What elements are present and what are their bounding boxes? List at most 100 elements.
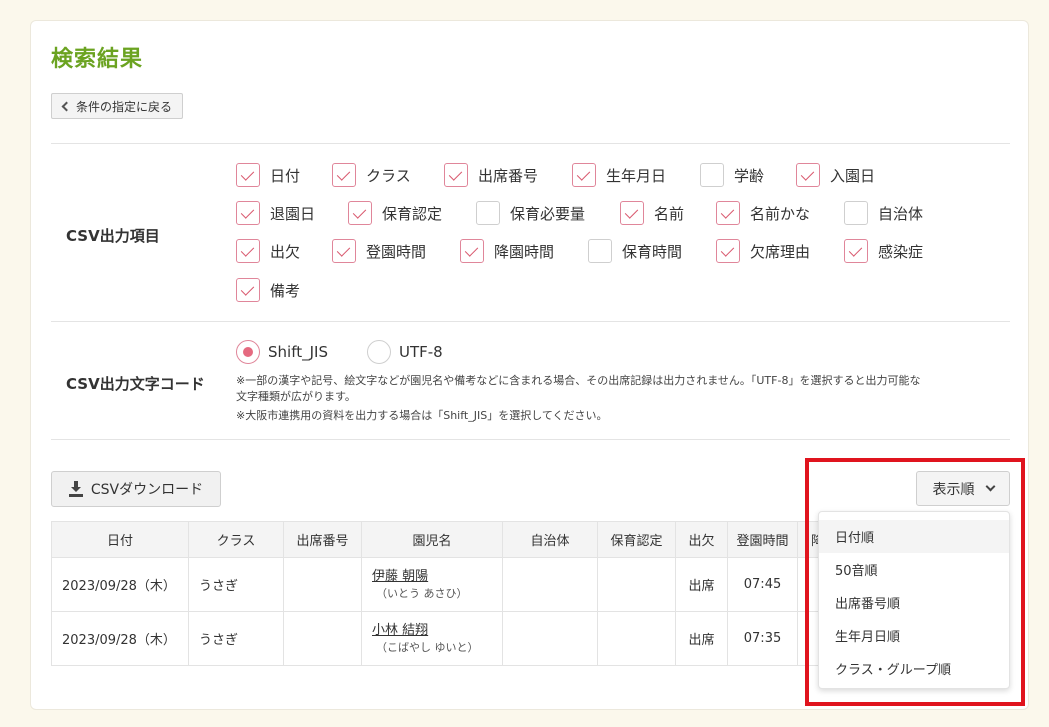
checkbox-enrollment-date[interactable]: 入園日 xyxy=(796,163,875,187)
checkbox-name-kana[interactable]: 名前かな xyxy=(716,201,810,225)
checkbox-label: 自治体 xyxy=(878,204,924,223)
checkbox-icon xyxy=(236,239,260,263)
checkbox-care-time[interactable]: 保育時間 xyxy=(588,239,682,263)
sort-option-class-group[interactable]: クラス・グループ順 xyxy=(819,652,1009,685)
table-row: 2023/09/28（木） うさぎ 小林 結翔 （こばやし ゆいと） 出席 07… xyxy=(51,611,838,666)
checkbox-label: 保育時間 xyxy=(622,242,683,261)
cell-attendance: 出席 xyxy=(675,611,728,666)
divider xyxy=(51,143,1010,144)
checkbox-school-age[interactable]: 学齢 xyxy=(700,163,764,187)
download-icon xyxy=(68,481,83,497)
checkbox-care-amount[interactable]: 保育必要量 xyxy=(476,201,585,225)
divider xyxy=(51,439,1010,440)
sort-option-date[interactable]: 日付順 xyxy=(819,520,1009,553)
col-municipality: 自治体 xyxy=(502,521,598,558)
cell-class: うさぎ xyxy=(188,611,284,666)
checkbox-arrival-time[interactable]: 登園時間 xyxy=(332,239,426,263)
checkbox-label: 備考 xyxy=(270,281,301,300)
checkbox-date[interactable]: 日付 xyxy=(236,163,300,187)
radio-shift-jis[interactable]: Shift_JIS xyxy=(236,340,328,364)
csv-download-button[interactable]: CSVダウンロード xyxy=(51,471,221,507)
cell-date: 2023/09/28（木） xyxy=(51,611,189,666)
radio-icon xyxy=(236,340,260,364)
cell-arrival: 07:35 xyxy=(727,611,798,666)
checkbox-label: 名前かな xyxy=(750,204,811,223)
checkbox-departure-time[interactable]: 降園時間 xyxy=(460,239,554,263)
back-to-conditions-button[interactable]: 条件の指定に戻る xyxy=(51,93,184,119)
radio-label: UTF-8 xyxy=(399,343,443,361)
col-certification: 保育認定 xyxy=(597,521,676,558)
checkbox-attendance-number[interactable]: 出席番号 xyxy=(444,163,538,187)
checkbox-icon xyxy=(844,201,868,225)
checkbox-icon xyxy=(620,201,644,225)
child-name-link[interactable]: 小林 結翔 xyxy=(372,622,502,639)
chevron-down-icon xyxy=(985,481,995,492)
checkbox-attendance[interactable]: 出欠 xyxy=(236,239,300,263)
checkbox-birthdate[interactable]: 生年月日 xyxy=(572,163,666,187)
checkbox-icon xyxy=(348,201,372,225)
table-row: 2023/09/28（木） うさぎ 伊藤 朝陽 （いとう あさひ） 出席 07:… xyxy=(51,557,838,612)
cell-municipality xyxy=(502,557,598,612)
checkbox-infection[interactable]: 感染症 xyxy=(844,239,923,263)
sort-option-kana[interactable]: 50音順 xyxy=(819,553,1009,586)
checkbox-label: 出席番号 xyxy=(478,166,539,185)
sort-order-button[interactable]: 表示順 xyxy=(916,471,1010,506)
cell-date: 2023/09/28（木） xyxy=(51,557,189,612)
sort-option-number[interactable]: 出席番号順 xyxy=(819,586,1009,619)
encoding-note-3: ※大阪市連携用の資料を出力する場合は「Shift_JIS」を選択してください。 xyxy=(236,409,608,422)
checkbox-icon xyxy=(460,239,484,263)
encoding-note-2: 文字種類が広がります。 xyxy=(236,390,356,403)
checkbox-label: 退園日 xyxy=(270,204,316,223)
checkbox-absence-reason[interactable]: 欠席理由 xyxy=(716,239,810,263)
cell-number xyxy=(283,611,362,666)
checkbox-icon xyxy=(332,239,356,263)
checkbox-label: 日付 xyxy=(270,166,301,185)
checkbox-icon xyxy=(332,163,356,187)
radio-label: Shift_JIS xyxy=(268,343,328,361)
encoding-note-1: ※一部の漢字や記号、絵文字などが園児名や備考などに含まれる場合、その出席記録は出… xyxy=(236,374,921,387)
child-name-link[interactable]: 伊藤 朝陽 xyxy=(372,568,502,585)
checkbox-icon xyxy=(236,163,260,187)
checkbox-label: 降園時間 xyxy=(494,242,555,261)
cell-certification xyxy=(597,611,676,666)
checkbox-name[interactable]: 名前 xyxy=(620,201,684,225)
col-class: クラス xyxy=(188,521,284,558)
checkbox-label: 欠席理由 xyxy=(750,242,811,261)
checkbox-icon xyxy=(716,201,740,225)
results-table: 日付 クラス 出席番号 園児名 自治体 保育認定 出欠 登園時間 降 2023/… xyxy=(51,521,838,666)
checkbox-remarks[interactable]: 備考 xyxy=(236,278,300,302)
checkbox-municipality[interactable]: 自治体 xyxy=(844,201,923,225)
checkbox-icon xyxy=(588,239,612,263)
sort-option-birthdate[interactable]: 生年月日順 xyxy=(819,619,1009,652)
checkbox-label: 登園時間 xyxy=(366,242,427,261)
checkbox-icon xyxy=(236,278,260,302)
sort-order-dropdown: 日付順 50音順 出席番号順 生年月日順 クラス・グループ順 xyxy=(818,511,1010,689)
search-results-card: 検索結果 条件の指定に戻る CSV出力項目 日付 クラス 出席番号 生年月日 学… xyxy=(30,20,1029,710)
checkbox-label: クラス xyxy=(366,166,411,185)
checkbox-icon xyxy=(476,201,500,225)
checkbox-label: 入園日 xyxy=(830,166,876,185)
checkbox-care-certification[interactable]: 保育認定 xyxy=(348,201,442,225)
radio-utf8[interactable]: UTF-8 xyxy=(367,340,443,364)
checkbox-class[interactable]: クラス xyxy=(332,163,411,187)
cell-number xyxy=(283,557,362,612)
checkbox-icon xyxy=(236,201,260,225)
checkbox-label: 出欠 xyxy=(270,242,301,261)
page-title: 検索結果 xyxy=(51,47,144,72)
cell-name: 小林 結翔 （こばやし ゆいと） xyxy=(361,611,503,666)
checkbox-label: 感染症 xyxy=(878,242,924,261)
back-button-label: 条件の指定に戻る xyxy=(76,99,173,114)
cell-arrival: 07:45 xyxy=(727,557,798,612)
cell-class: うさぎ xyxy=(188,557,284,612)
checkbox-withdrawal-date[interactable]: 退園日 xyxy=(236,201,315,225)
radio-icon xyxy=(367,340,391,364)
col-number: 出席番号 xyxy=(283,521,362,558)
col-attendance: 出欠 xyxy=(675,521,728,558)
checkbox-label: 保育認定 xyxy=(382,204,443,223)
cell-attendance: 出席 xyxy=(675,557,728,612)
child-name-kana: （いとう あさひ） xyxy=(376,586,468,600)
col-name: 園児名 xyxy=(361,521,503,558)
table-header-row: 日付 クラス 出席番号 園児名 自治体 保育認定 出欠 登園時間 降 xyxy=(51,521,838,558)
child-name-kana: （こばやし ゆいと） xyxy=(376,640,479,654)
checkbox-label: 学齢 xyxy=(734,166,765,185)
